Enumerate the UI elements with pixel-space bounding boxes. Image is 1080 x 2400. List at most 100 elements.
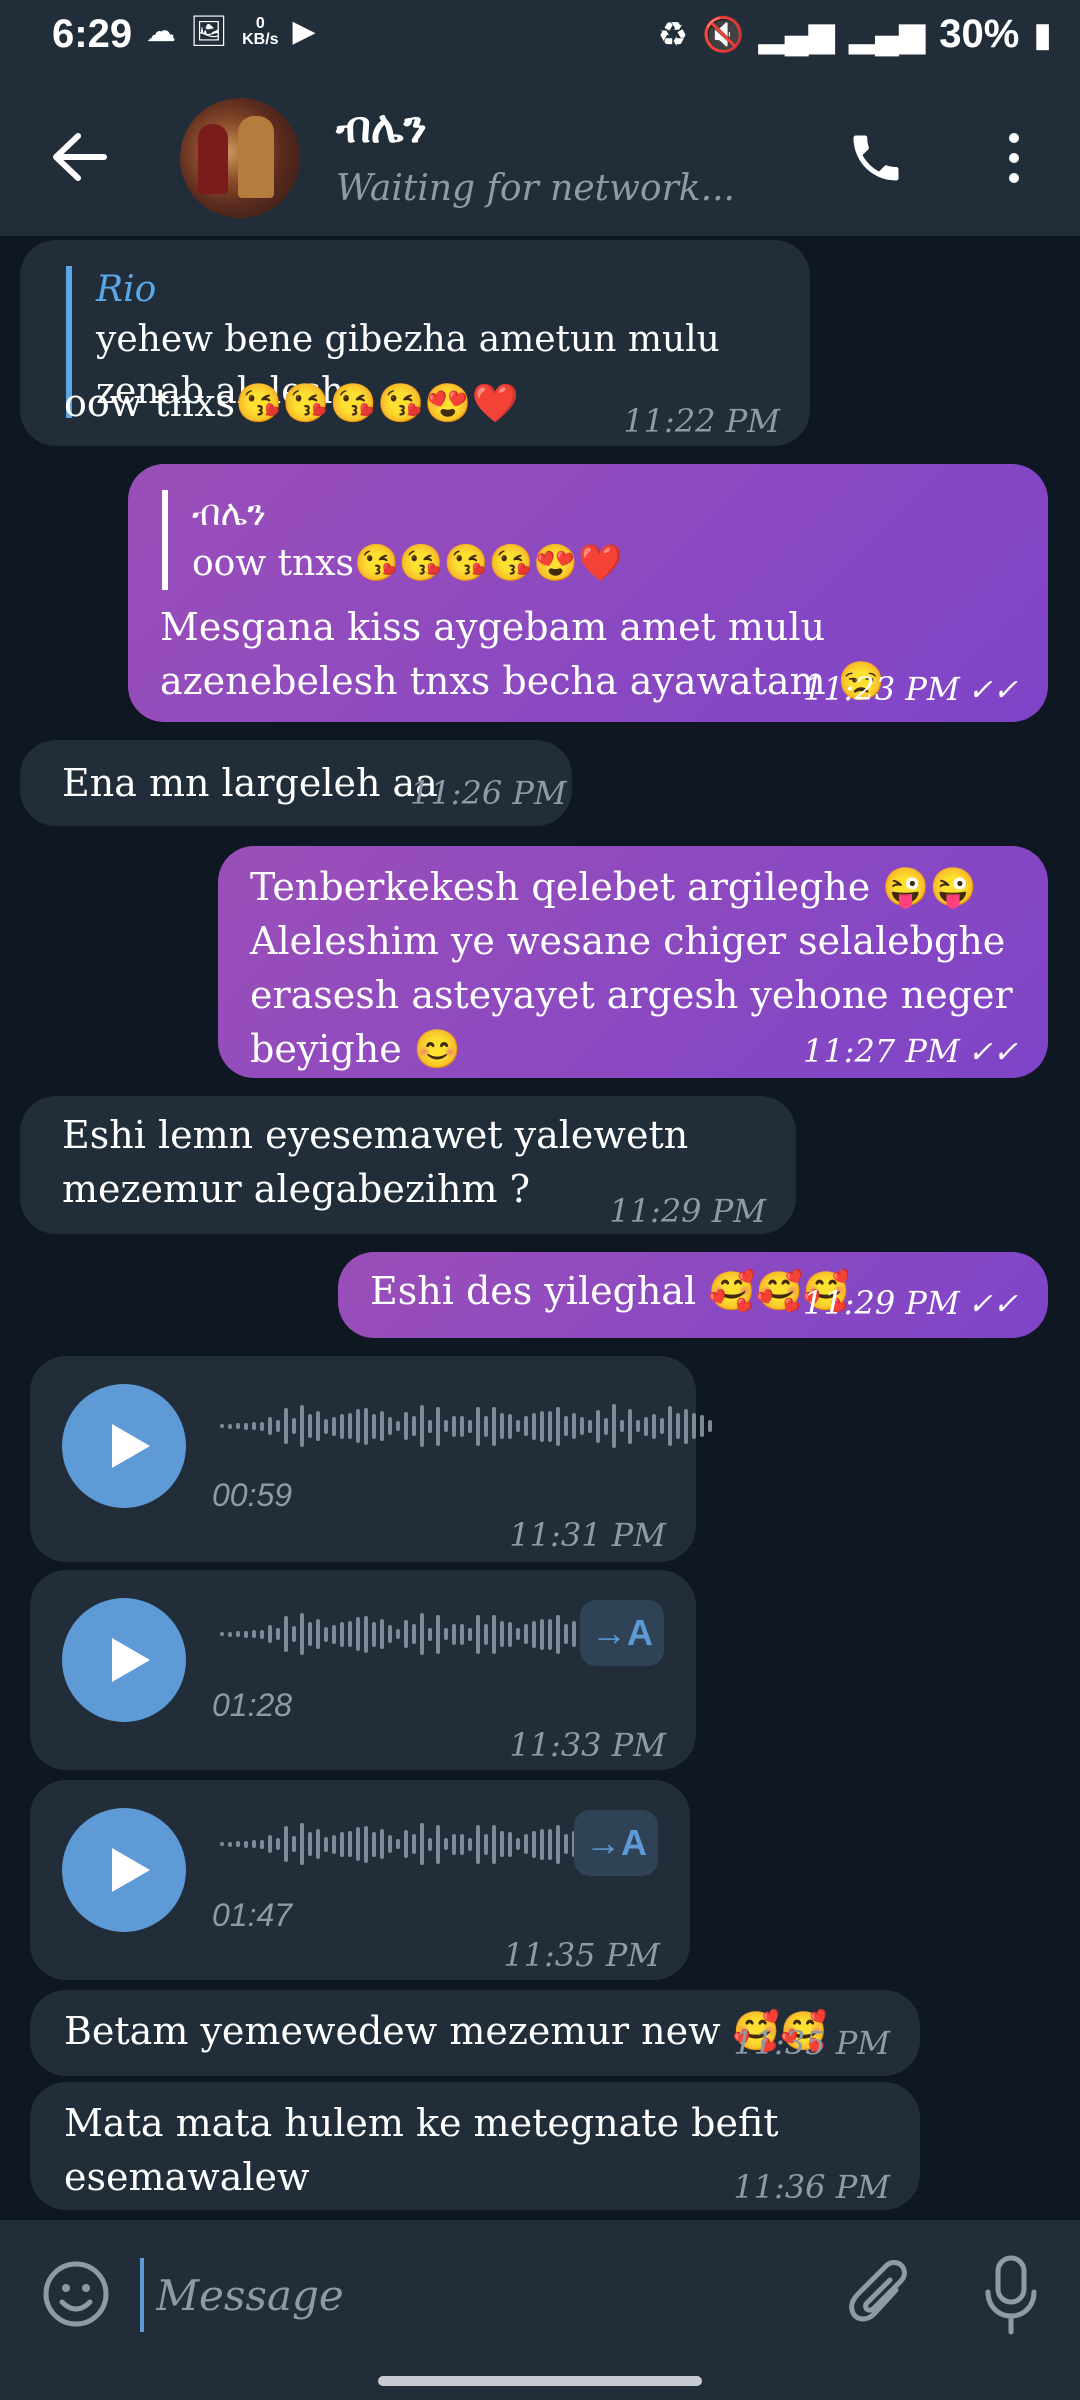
waveform-bar xyxy=(324,1418,328,1434)
emoji-button[interactable] xyxy=(42,2260,110,2328)
play-circle-icon: ▶ xyxy=(292,15,316,48)
voice-waveform[interactable] xyxy=(220,1402,712,1450)
waveform-bar xyxy=(404,1412,408,1440)
message-time: 11:26 PM xyxy=(410,774,567,812)
waveform-bar xyxy=(260,1421,264,1431)
message-bubble[interactable]: Mata mata hulem ke metegnate befit esema… xyxy=(30,2082,920,2210)
waveform-bar xyxy=(252,1630,256,1638)
voice-message[interactable]: →A 01:28 11:33 PM xyxy=(30,1570,696,1770)
voice-message[interactable]: →A 01:47 11:35 PM xyxy=(30,1780,690,1980)
more-vertical-icon xyxy=(1009,133,1019,183)
more-options-button[interactable] xyxy=(996,128,1032,188)
waveform-bar xyxy=(420,1823,424,1865)
waveform-bar xyxy=(348,1831,352,1857)
waveform-bar xyxy=(436,1824,440,1864)
waveform-bar xyxy=(228,1841,232,1847)
waveform-bar xyxy=(332,1416,336,1436)
waveform-bar xyxy=(228,1631,232,1637)
waveform-bar xyxy=(228,1423,232,1429)
message-input[interactable] xyxy=(140,2258,818,2332)
waveform-bar xyxy=(236,1841,240,1847)
waveform-bar xyxy=(268,1835,272,1853)
message-bubble[interactable]: Betam yemewedew mezemur new 🥰🥰 11:35 PM xyxy=(30,1990,920,2076)
back-button[interactable] xyxy=(44,124,114,190)
waveform-bar xyxy=(572,1621,576,1647)
message-bubble[interactable]: Rio yehew bene gibezha ametun mulu zenab… xyxy=(20,240,810,446)
waveform-bar xyxy=(340,1413,344,1439)
call-button[interactable] xyxy=(846,128,906,188)
waveform-bar xyxy=(484,1623,488,1645)
waveform-bar xyxy=(412,1834,416,1854)
avatar[interactable] xyxy=(180,98,300,218)
message-bubble[interactable]: ብሌን oow tnxs😘😘😘😘😍❤️ Mesgana kiss aygebam… xyxy=(128,464,1048,722)
waveform-bar xyxy=(348,1621,352,1647)
waveform-bar xyxy=(252,1840,256,1848)
waveform-bar xyxy=(516,1628,520,1640)
waveform-bar xyxy=(652,1413,656,1439)
message-time: 11:22 PM xyxy=(623,402,780,440)
transcribe-button[interactable]: →A xyxy=(574,1810,658,1876)
voice-message[interactable]: 00:59 11:31 PM xyxy=(30,1356,712,1562)
reply-quote[interactable]: ብሌን oow tnxs😘😘😘😘😍❤️ xyxy=(162,490,1012,590)
home-indicator[interactable] xyxy=(378,2376,702,2386)
back-arrow-icon xyxy=(53,133,107,181)
waveform-bar xyxy=(308,1414,312,1438)
message-bubble[interactable]: Ena mn largeleh aa 11:26 PM xyxy=(20,740,572,826)
waveform-bar xyxy=(588,1419,592,1433)
waveform-bar xyxy=(444,1838,448,1850)
waveform-bar xyxy=(220,1632,224,1636)
voice-waveform[interactable] xyxy=(220,1820,616,1868)
attach-button[interactable] xyxy=(844,2254,914,2334)
waveform-bar xyxy=(612,1404,616,1448)
waveform-bar xyxy=(572,1413,576,1439)
waveform-bar xyxy=(452,1623,456,1645)
waveform-bar xyxy=(556,1406,560,1446)
waveform-bar xyxy=(468,1837,472,1851)
waveform-bar xyxy=(524,1624,528,1644)
voice-waveform[interactable] xyxy=(220,1610,616,1658)
voice-record-button[interactable] xyxy=(980,2254,1042,2336)
message-bubble[interactable]: Eshi lemn eyesemawet yalewetn mezemur al… xyxy=(20,1096,796,1234)
waveform-bar xyxy=(252,1422,256,1430)
waveform-bar xyxy=(540,1410,544,1442)
waveform-bar xyxy=(236,1423,240,1429)
status-time: 6:29 xyxy=(52,12,133,56)
message-time-value: 11:27 PM xyxy=(803,1032,960,1070)
waveform-bar xyxy=(700,1415,704,1437)
waveform-bar xyxy=(692,1413,696,1439)
reply-text: oow tnxs😘😘😘😘😍❤️ xyxy=(192,543,623,584)
waveform-bar xyxy=(396,1839,400,1849)
message-bubble[interactable]: Tenberkekesh qelebet argileghe 😜😜 Aleles… xyxy=(218,846,1048,1078)
play-button[interactable] xyxy=(62,1808,186,1932)
reply-author: ብሌን xyxy=(192,493,267,534)
message-list[interactable]: Rio yehew bene gibezha ametun mulu zenab… xyxy=(0,236,1080,2220)
waveform-bar xyxy=(396,1421,400,1431)
waveform-bar xyxy=(412,1416,416,1436)
contact-name[interactable]: ብሌን xyxy=(336,102,427,153)
waveform-bar xyxy=(348,1413,352,1439)
waveform-bar xyxy=(364,1407,368,1445)
waveform-bar xyxy=(380,1829,384,1859)
read-ticks-icon: ✓✓ xyxy=(967,673,1018,708)
waveform-bar xyxy=(220,1842,224,1846)
waveform-bar xyxy=(420,1613,424,1655)
status-left-icons: ☁ 🖼 0 KB/s ▶ xyxy=(146,14,316,49)
waveform-bar xyxy=(564,1624,568,1644)
waveform-bar xyxy=(492,1614,496,1654)
waveform-bar xyxy=(620,1420,624,1432)
message-bubble[interactable]: Eshi des yileghal 🥰🥰🥰 11:29 PM ✓✓ xyxy=(338,1252,1048,1338)
waveform-bar xyxy=(356,1827,360,1861)
transcribe-button[interactable]: →A xyxy=(580,1600,664,1666)
waveform-bar xyxy=(332,1624,336,1644)
play-button[interactable] xyxy=(62,1598,186,1722)
waveform-bar xyxy=(556,1824,560,1864)
play-button[interactable] xyxy=(62,1384,186,1508)
waveform-bar xyxy=(388,1835,392,1853)
waveform-bar xyxy=(484,1415,488,1437)
message-time: 11:29 PM ✓✓ xyxy=(803,1276,1018,1332)
waveform-bar xyxy=(404,1620,408,1648)
waveform-bar xyxy=(524,1834,528,1854)
waveform-bar xyxy=(604,1417,608,1435)
waveform-bar xyxy=(540,1618,544,1650)
waveform-bar xyxy=(516,1838,520,1850)
